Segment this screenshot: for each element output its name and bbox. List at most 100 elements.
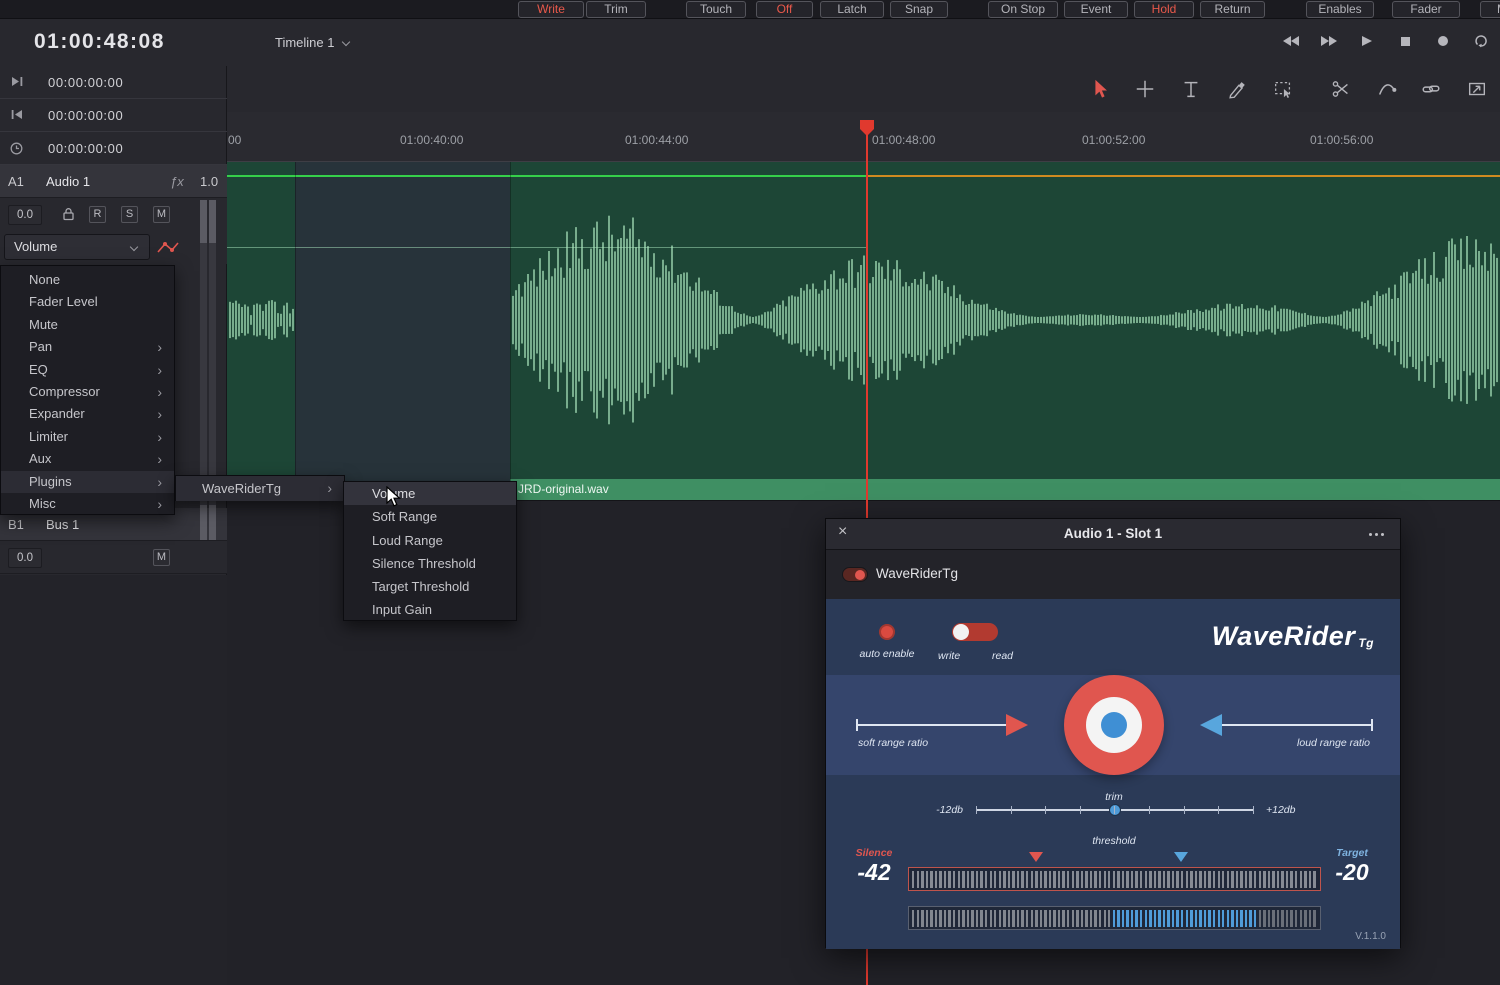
menu-item-loud-range[interactable]: Loud Range [344,529,516,552]
pointer-tool-button[interactable] [1085,74,1115,104]
automation-enables-button[interactable]: Enables [1306,1,1374,18]
target-value: -20 [1322,859,1382,886]
record-button[interactable] [1432,33,1454,49]
write-read-toggle[interactable] [952,623,998,641]
menu-item-waveridertg[interactable]: WaveRiderTg [176,476,344,501]
menu-item-volume[interactable]: Volume [344,482,516,505]
menu-item-mute[interactable]: Mute [1,314,174,336]
menu-item-limiter[interactable]: Limiter [1,426,174,448]
transport-controls [1280,33,1492,49]
clip-name-bar[interactable]: JRD-original.wav [510,479,1500,500]
target-ring[interactable] [1064,675,1164,775]
range-ratio-panel: soft range ratio loud range ratio [826,675,1400,775]
menu-item-soft-range[interactable]: Soft Range [344,505,516,528]
bus-mute-button[interactable]: M [153,549,170,566]
plugin-window-titlebar[interactable]: × Audio 1 - Slot 1 [826,519,1400,550]
pen-tool-button[interactable] [1222,74,1252,104]
playhead-marker[interactable] [860,120,874,136]
target-ring-inner [1086,697,1142,753]
plugins-submenu: WaveRiderTg [175,475,345,501]
track-header-audio1[interactable]: A1 Audio 1 ƒx 1.0 [0,165,227,198]
soft-range-ratio-label: soft range ratio [858,737,928,749]
automation-curve-tool-button[interactable] [1372,74,1402,104]
automation-fader-button[interactable]: Fader [1392,1,1460,18]
automation-touch-button[interactable]: Touch [686,1,746,18]
record-arm-button[interactable]: R [89,206,106,223]
window-options-icon[interactable] [1369,533,1384,536]
link-tool-button[interactable] [1416,74,1446,104]
clock-icon[interactable] [10,142,23,155]
menu-item-none[interactable]: None [1,269,174,291]
timeline-selector[interactable]: Timeline 1 [275,35,349,50]
timecode-row: 00:00:00:00 [0,132,227,165]
track-gain-value: 1.0 [200,174,218,189]
bus-level-field[interactable]: 0.0 [8,548,42,568]
automation-write-button[interactable]: Write [518,1,584,18]
loop-button[interactable] [1470,33,1492,49]
stop-button[interactable] [1394,33,1416,49]
auto-enable-button[interactable] [879,624,895,640]
menu-item-expander[interactable]: Expander [1,403,174,425]
mute-button[interactable]: M [153,206,170,223]
mouse-cursor [386,486,406,508]
target-threshold-marker[interactable] [1174,852,1188,862]
waverider-logo: WaveRiderTg [1212,621,1374,652]
automation-onstop-button[interactable]: On Stop [988,1,1058,18]
range-select-tool-button[interactable] [1268,74,1298,104]
trim-tool-button[interactable] [1130,74,1160,104]
skip-to-start-icon[interactable] [10,109,24,120]
automation-latch-button[interactable]: Latch [820,1,884,18]
track-level-field[interactable]: 0.0 [8,205,42,225]
menu-item-pan[interactable]: Pan [1,336,174,358]
trim-slider[interactable] [976,803,1254,817]
automation-hold-button[interactable]: Hold [1134,1,1194,18]
automation-trim-button[interactable]: Trim [586,1,646,18]
automation-line-pending[interactable] [867,175,1500,177]
menu-item-fader-level[interactable]: Fader Level [1,291,174,313]
loud-range-line [1222,724,1372,726]
threshold-meter[interactable] [908,867,1321,891]
automation-event-button[interactable]: Event [1064,1,1128,18]
menu-item-misc[interactable]: Misc [1,493,174,515]
automation-snap-button[interactable]: Snap [890,1,948,18]
track-id: A1 [8,174,24,189]
menu-item-input-gain[interactable]: Input Gain [344,598,516,621]
fast-forward-button[interactable] [1318,33,1340,49]
automation-line-written[interactable] [227,175,867,177]
rewind-button[interactable] [1280,33,1302,49]
automation-parameter-select[interactable]: Volume [4,234,150,260]
loud-range-handle[interactable] [1200,714,1222,736]
automation-parameter-menu: None Fader Level Mute Pan EQ Compressor … [0,265,175,515]
lock-icon[interactable] [62,207,75,221]
menu-item-target-threshold[interactable]: Target Threshold [344,575,516,598]
skip-to-end-icon[interactable] [10,76,24,87]
silence-value: -42 [844,859,904,886]
automation-off-button[interactable]: Off [756,1,813,18]
automation-curve-icon[interactable] [156,240,180,255]
position-lock-tool-button[interactable] [1462,74,1492,104]
menu-item-silence-threshold[interactable]: Silence Threshold [344,552,516,575]
waveform [227,162,1500,500]
automation-mute-button[interactable]: M [1480,1,1500,18]
play-button[interactable] [1356,33,1378,49]
volume-automation-curve[interactable] [227,247,867,248]
automation-param-row: Volume [0,231,227,264]
soft-range-handle[interactable] [1006,714,1028,736]
menu-item-compressor[interactable]: Compressor [1,381,174,403]
scissors-tool-button[interactable] [1326,74,1356,104]
solo-button[interactable]: S [121,206,138,223]
razor-tool-button[interactable] [1176,74,1206,104]
plugin-bypass-toggle[interactable] [842,567,868,582]
ruler-tick: 01:00:56:00 [1310,133,1373,147]
menu-item-eq[interactable]: EQ [1,359,174,381]
menu-item-plugins[interactable]: Plugins [1,471,174,493]
loud-range-tick [1371,719,1373,731]
track-controls-row: 0.0 R S M [0,198,227,231]
timecode-row: 00:00:00:00 [0,99,227,132]
threshold-label: threshold [1064,835,1164,847]
automation-return-button[interactable]: Return [1200,1,1265,18]
silence-threshold-marker[interactable] [1029,852,1043,862]
fx-indicator[interactable]: ƒx [170,174,184,189]
menu-item-aux[interactable]: Aux [1,448,174,470]
waverider-plugin-body: auto enable write read WaveRiderTg soft … [826,599,1400,949]
